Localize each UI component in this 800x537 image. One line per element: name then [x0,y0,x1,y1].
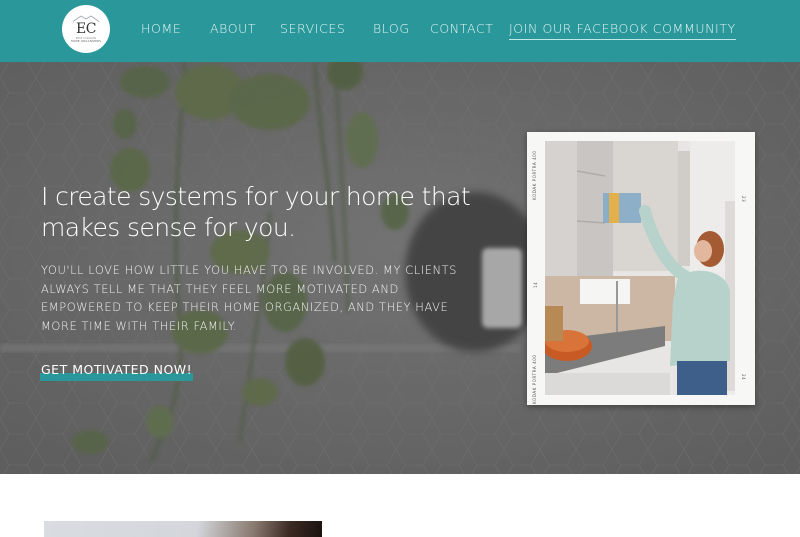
next-section [0,474,800,537]
nav-about[interactable]: ABOUT [210,21,256,36]
film-label-left-top: KODAK PORTRA 400 [532,150,537,200]
logo-tagline: HOME ORGANIZERS [70,40,102,43]
section-image [44,521,322,537]
film-label-left-bottom: KODAK PORTRA 400 [532,354,537,404]
film-label-right-bottom: 24 [741,374,746,381]
film-label-right-top: 23 [741,196,746,203]
nav-blog[interactable]: BLOG [373,21,410,36]
nav-home[interactable]: HOME [141,21,181,36]
nav-contact[interactable]: CONTACT [430,21,493,36]
hero-photo-frame: KODAK PORTRA 400 14 KODAK PORTRA 400 23 … [527,132,755,405]
site-header: EC ERIN CARLSON HOME ORGANIZERS HOME ABO… [0,0,800,62]
logo-monogram: EC [76,21,96,37]
nav-facebook-community[interactable]: JOIN OUR FACEBOOK COMMUNITY [509,21,736,40]
get-motivated-button[interactable]: GET MOTIVATED NOW! [40,362,194,381]
nav-services[interactable]: SERVICES [280,21,345,36]
hero-headline: I create systems for your home that make… [41,182,471,242]
film-label-left-mid: 14 [533,281,538,288]
hero-photo [545,141,735,395]
hero-description: You'll love how little you have to be in… [41,263,458,333]
hero-section: I create systems for your home that make… [0,62,800,474]
logo[interactable]: EC ERIN CARLSON HOME ORGANIZERS [62,5,110,53]
